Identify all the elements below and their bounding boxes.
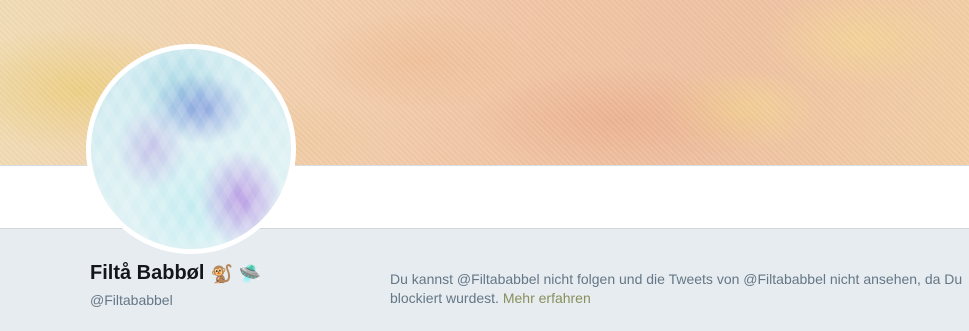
profile-page: Filtå Babbøl 🐒 🛸 @Filtababbel Du kannst … (0, 0, 969, 331)
blocked-notice: Du kannst @Filtababbel nicht folgen und … (390, 270, 965, 308)
profile-handle: @Filtababbel (90, 292, 173, 308)
blocked-notice-text: Du kannst @Filtababbel nicht folgen und … (390, 271, 963, 306)
profile-avatar[interactable] (86, 44, 296, 254)
avatar-image (91, 49, 291, 249)
ufo-emoji-icon: 🛸 (238, 263, 262, 284)
monkey-emoji-icon: 🐒 (210, 263, 233, 284)
profile-name-row: Filtå Babbøl 🐒 🛸 (90, 262, 261, 285)
profile-display-name[interactable]: Filtå Babbøl (90, 262, 204, 285)
learn-more-link[interactable]: Mehr erfahren (503, 290, 591, 306)
